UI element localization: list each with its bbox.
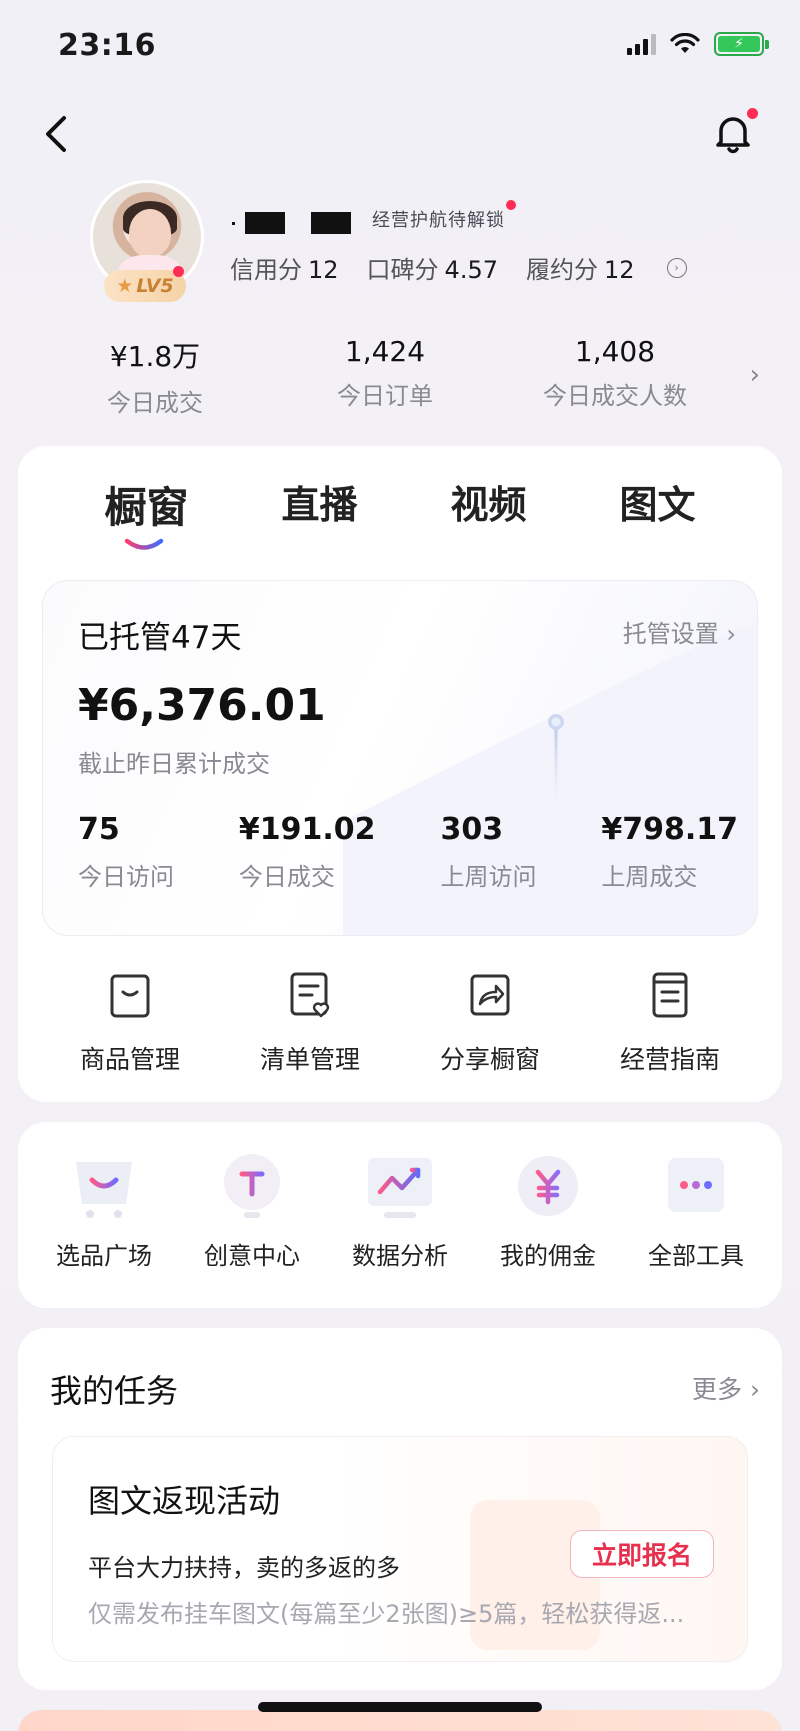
creative-center-button[interactable]: 创意中心 <box>178 1150 326 1271</box>
wifi-icon <box>670 33 700 53</box>
tasks-title: 我的任务 <box>50 1372 179 1410</box>
share-showcase-button[interactable]: 分享橱窗 <box>400 970 580 1076</box>
score-row[interactable]: 信用分 12 口碑分 4.57 履约分 12 › <box>230 250 687 285</box>
trust-title: 已托管47天 <box>78 620 242 656</box>
trust-stat-today-visits: 75 今日访问 <box>78 812 174 891</box>
chevron-circle-icon[interactable]: › <box>666 257 687 278</box>
content-tabs: 橱窗 直播 视频 图文 <box>18 474 782 535</box>
trust-stat-today-gmv: ¥191.02 今日成交 <box>238 812 376 891</box>
signup-now-button[interactable]: 立即报名 <box>570 1530 714 1578</box>
cart-icon <box>76 1162 132 1218</box>
task-item-description: 仅需发布挂车图文(每篇至少2张图)≥5篇，轻松获得返... <box>88 1600 685 1628</box>
tools-row: 选品广场 创意中心 数据分析 我的佣金 全部工具 <box>30 1150 770 1271</box>
redacted-username <box>232 212 351 234</box>
tasks-more-link[interactable]: 更多 › <box>692 1370 760 1406</box>
home-indicator[interactable] <box>258 1702 542 1712</box>
my-commission-button[interactable]: 我的佣金 <box>474 1150 622 1271</box>
credit-score: 信用分 12 <box>230 256 339 284</box>
back-arrow-icon[interactable] <box>36 112 76 156</box>
data-analysis-button[interactable]: 数据分析 <box>326 1150 474 1271</box>
task-item-title: 图文返现活动 <box>88 1482 281 1520</box>
product-management-button[interactable]: 商品管理 <box>40 970 220 1076</box>
active-tab-indicator <box>124 538 164 550</box>
guard-tag[interactable]: 经营护航待解锁 <box>372 206 505 232</box>
status-time: 23:16 <box>58 28 156 63</box>
reputation-score: 口碑分 4.57 <box>366 256 498 284</box>
tab-article[interactable]: 图文 <box>619 474 695 535</box>
avatar-dot <box>173 266 184 277</box>
fulfillment-score: 履约分 12 <box>525 256 635 284</box>
stat-today-gmv: ¥1.8万 今日成交 <box>107 340 203 417</box>
list-management-button[interactable]: 清单管理 <box>220 970 400 1076</box>
level-label: LV5 <box>136 275 174 297</box>
tab-video[interactable]: 视频 <box>450 474 526 535</box>
notification-bell-button[interactable] <box>710 108 758 156</box>
battery-icon: ⚡ <box>714 32 769 56</box>
bag-icon <box>110 974 150 1018</box>
all-tools-button[interactable]: 全部工具 <box>622 1150 770 1271</box>
trust-stat-week-visits: 303 上周访问 <box>440 812 537 891</box>
product-plaza-button[interactable]: 选品广场 <box>30 1150 178 1271</box>
quick-actions: 商品管理 清单管理 分享橱窗 经营指南 <box>40 970 760 1076</box>
trust-stat-week-gmv: ¥798.17 上周成交 <box>601 812 738 891</box>
cellular-signal-icon <box>627 33 656 55</box>
status-icons: ⚡ <box>627 32 769 56</box>
share-icon <box>470 974 510 1016</box>
chevron-right-icon: › <box>750 1375 760 1404</box>
chart-icon <box>368 1158 432 1218</box>
business-guide-button[interactable]: 经营指南 <box>580 970 760 1076</box>
trust-stats: 75 今日访问 ¥191.02 今日成交 303 上周访问 ¥798.17 上周… <box>78 812 738 892</box>
next-card-peek <box>18 1710 782 1731</box>
star-icon: ★ <box>116 275 134 297</box>
trust-total-amount: ¥6,376.01 <box>78 680 326 731</box>
task-item-subtitle: 平台大力扶持，卖的多返的多 <box>88 1554 400 1582</box>
guard-dot <box>506 200 516 210</box>
today-stats[interactable]: ¥1.8万 今日成交 1,424 今日订单 1,408 今日成交人数 <box>40 335 730 418</box>
trust-total-label: 截止昨日累计成交 <box>78 750 270 778</box>
yen-coin-icon <box>518 1156 578 1216</box>
notification-dot <box>747 108 758 119</box>
bulb-icon <box>224 1154 280 1218</box>
trust-settings-link[interactable]: 托管设置 › <box>623 614 736 649</box>
stat-today-buyers: 1,408 今日成交人数 <box>543 335 687 410</box>
stat-today-orders: 1,424 今日订单 <box>337 335 433 410</box>
list-heart-icon <box>290 972 330 1018</box>
guide-book-icon <box>652 972 688 1018</box>
chevron-right-icon[interactable]: › <box>750 360 760 390</box>
tab-showcase[interactable]: 橱窗 <box>104 474 188 535</box>
tab-live[interactable]: 直播 <box>281 474 357 535</box>
more-dots-icon <box>668 1158 724 1212</box>
